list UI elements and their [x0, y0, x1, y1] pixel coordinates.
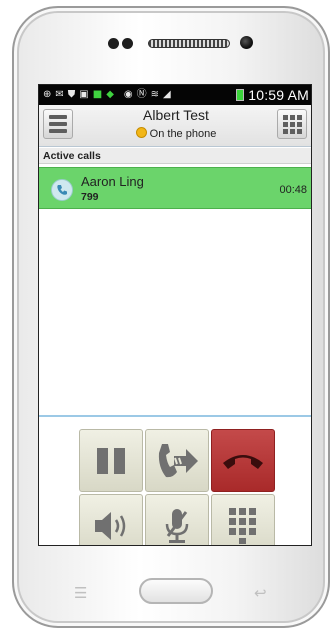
- app-header: Albert Test On the phone: [39, 105, 311, 147]
- back-key-icon[interactable]: ↩: [254, 584, 267, 602]
- screen: ⊕ ✉ ⛊ ▣ ■ ◆ ◉ Ⓝ ≋ ◢ 10:59 AM Albert Test…: [38, 84, 312, 546]
- mic-mute-icon: [165, 508, 189, 543]
- hangup-icon: [223, 454, 263, 469]
- battery-icon: [236, 89, 245, 101]
- sensor-dot: [122, 38, 133, 49]
- add-icon: ⊕: [43, 89, 52, 100]
- sensor-dot: [108, 38, 119, 49]
- app-icon: ◆: [106, 89, 114, 100]
- speaker-button[interactable]: [79, 494, 143, 545]
- call-status-icon: [51, 179, 73, 201]
- caller-name: Aaron Ling: [81, 174, 144, 189]
- signal-icon: ◢: [163, 89, 171, 100]
- divider: [39, 415, 311, 417]
- status-bar: ⊕ ✉ ⛊ ▣ ■ ◆ ◉ Ⓝ ≋ ◢ 10:59 AM: [39, 85, 311, 105]
- status-time: 10:59 AM: [248, 87, 309, 103]
- keypad-icon: [282, 114, 302, 134]
- dialpad-button[interactable]: [211, 494, 275, 545]
- dialpad-icon: [229, 507, 256, 544]
- caller-number: 799: [81, 191, 99, 203]
- pause-icon: [97, 447, 125, 474]
- hangup-button[interactable]: [211, 429, 275, 492]
- keypad-button[interactable]: [277, 109, 307, 139]
- earpiece-speaker: [148, 39, 230, 48]
- front-camera: [240, 36, 253, 49]
- call-controls: [79, 429, 275, 545]
- mute-button[interactable]: [145, 494, 209, 545]
- transfer-button[interactable]: [145, 429, 209, 492]
- shield-icon: ⛊: [67, 89, 76, 100]
- active-calls-header: Active calls: [39, 148, 311, 164]
- notification-icons: ⊕ ✉ ⛊ ▣ ■ ◆ ◉ Ⓝ ≋ ◢: [43, 90, 233, 100]
- nfc-icon: Ⓝ: [136, 89, 147, 100]
- hold-button[interactable]: [79, 429, 143, 492]
- image-icon: ▣: [79, 89, 89, 100]
- presence-status: On the phone: [39, 127, 311, 140]
- call-duration: 00:48: [279, 184, 307, 196]
- wifi-icon: ≋: [150, 89, 160, 100]
- presence-label: On the phone: [149, 128, 217, 140]
- menu-key-icon[interactable]: ☰: [74, 584, 87, 602]
- speaker-icon: [95, 511, 126, 540]
- presence-icon: [135, 127, 147, 138]
- active-call-row[interactable]: Aaron Ling 799 00:48: [39, 167, 311, 209]
- email-icon: ✉: [55, 89, 64, 100]
- app-icon: ■: [92, 89, 103, 100]
- home-button[interactable]: [139, 578, 213, 604]
- contact-name: Albert Test: [143, 107, 209, 123]
- transfer-icon: [158, 443, 198, 477]
- eye-icon: ◉: [123, 89, 133, 100]
